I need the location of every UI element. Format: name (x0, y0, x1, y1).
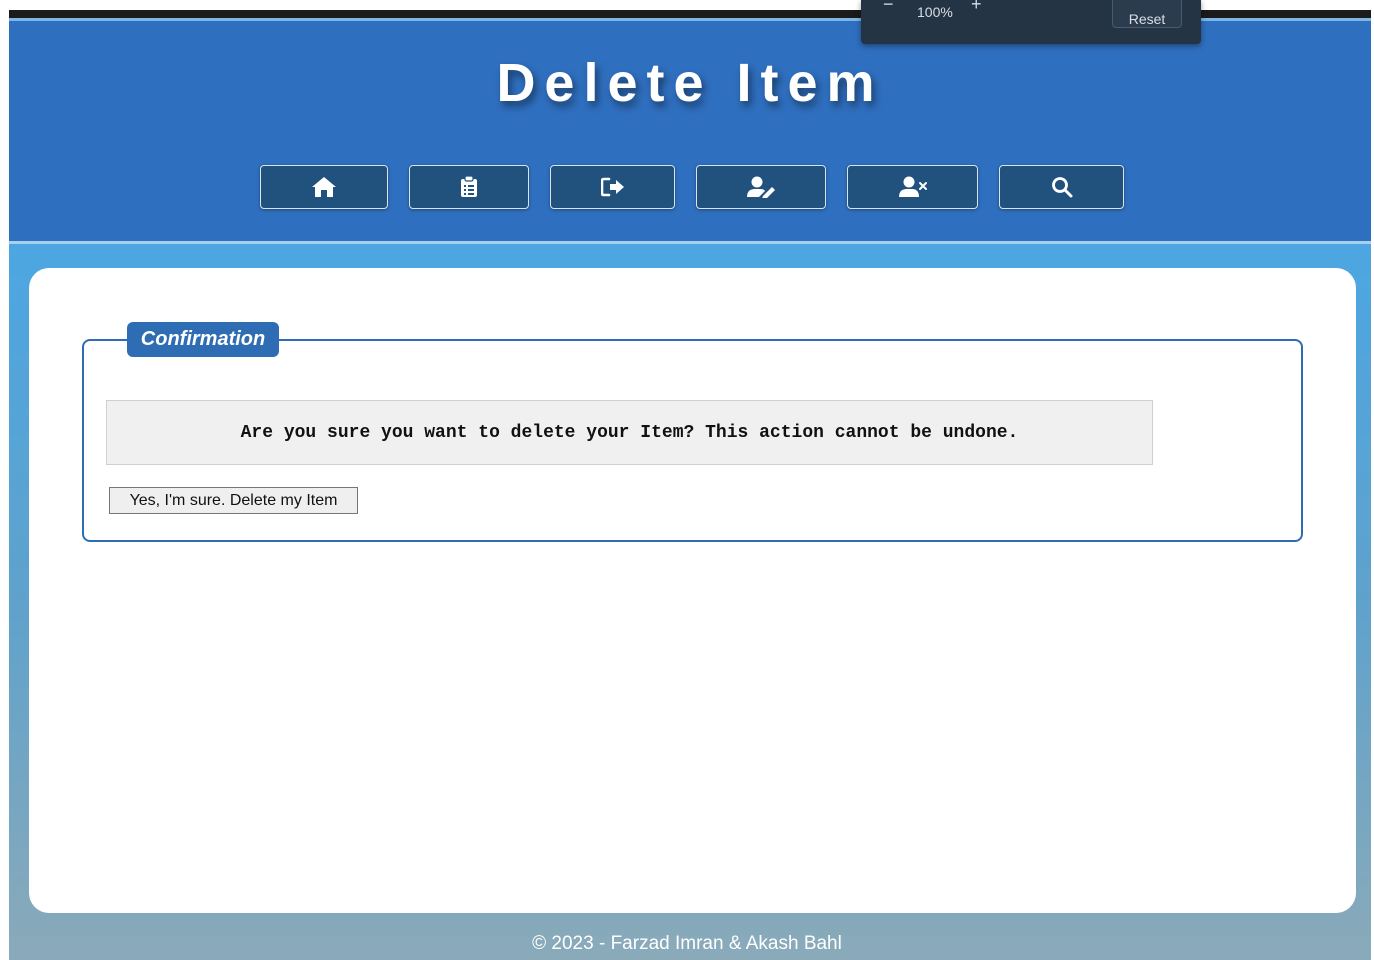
user-times-icon (898, 176, 927, 197)
zoom-level-label: 100% (917, 4, 953, 20)
nav-home-button[interactable] (260, 165, 388, 209)
left-margin (0, 0, 9, 960)
zoom-reset-button[interactable]: Reset (1112, 0, 1182, 28)
clipboard-list-icon (461, 176, 477, 197)
confirmation-message-text: Are you sure you want to delete your Ite… (240, 422, 1019, 443)
confirmation-legend: Confirmation (127, 322, 279, 357)
nav-edit-user-button[interactable] (696, 165, 826, 209)
nav-delete-user-button[interactable] (847, 165, 978, 209)
confirmation-message: Are you sure you want to delete your Ite… (106, 400, 1153, 465)
search-icon (1051, 177, 1072, 198)
footer-copyright: © 2023 - Farzad Imran & Akash Bahl (532, 933, 842, 954)
site-header: Delete Item (9, 21, 1371, 241)
nav-clipboard-button[interactable] (409, 165, 529, 209)
nav-sign-out-button[interactable] (550, 165, 675, 209)
zoom-out-button[interactable]: − (883, 0, 894, 15)
nav-search-button[interactable] (999, 165, 1124, 209)
zoom-in-button[interactable]: + (971, 0, 982, 15)
home-icon (312, 177, 336, 197)
page-title: Delete Item (496, 53, 884, 113)
user-edit-icon (747, 176, 775, 198)
confirm-delete-button[interactable]: Yes, I'm sure. Delete my Item (109, 487, 358, 514)
browser-zoom-popup: − 100% + Reset (861, 0, 1201, 44)
sign-out-icon (600, 177, 624, 197)
